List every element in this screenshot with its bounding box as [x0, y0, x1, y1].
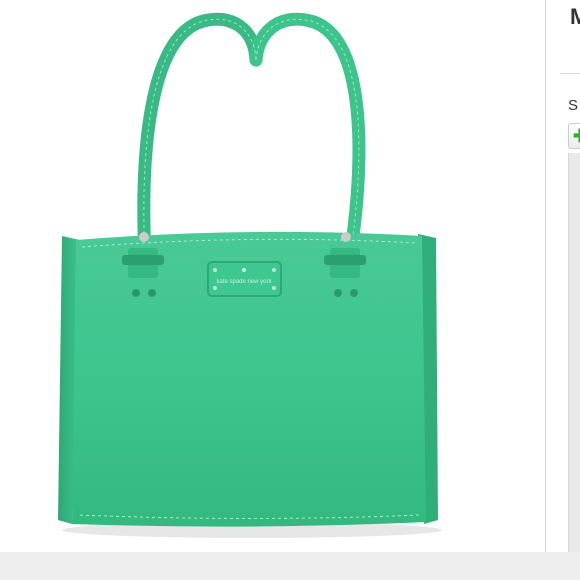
product-photo: kate spade new york — [0, 0, 545, 552]
right-rivet-1 — [334, 289, 342, 297]
right-handle-ring — [341, 232, 351, 242]
brand-plate-text: kate spade new york — [216, 279, 272, 285]
side-panel: M S ✚ — [546, 0, 580, 552]
left-rivet-1 — [132, 289, 140, 297]
left-handle — [137, 12, 263, 265]
right-handle — [249, 12, 366, 265]
listing-title: M — [570, 4, 580, 29]
handbag-image: kate spade new york — [58, 12, 442, 538]
right-rivet-2 — [350, 289, 358, 297]
left-rivet-2 — [148, 289, 156, 297]
bottom-strip — [0, 552, 580, 580]
side-divider — [560, 73, 580, 74]
side-scrollbar[interactable] — [568, 153, 580, 552]
side-label: S — [568, 97, 579, 114]
left-handle-ring — [139, 232, 149, 242]
add-button[interactable]: ✚ — [568, 123, 580, 149]
plus-icon: ✚ — [573, 127, 580, 145]
